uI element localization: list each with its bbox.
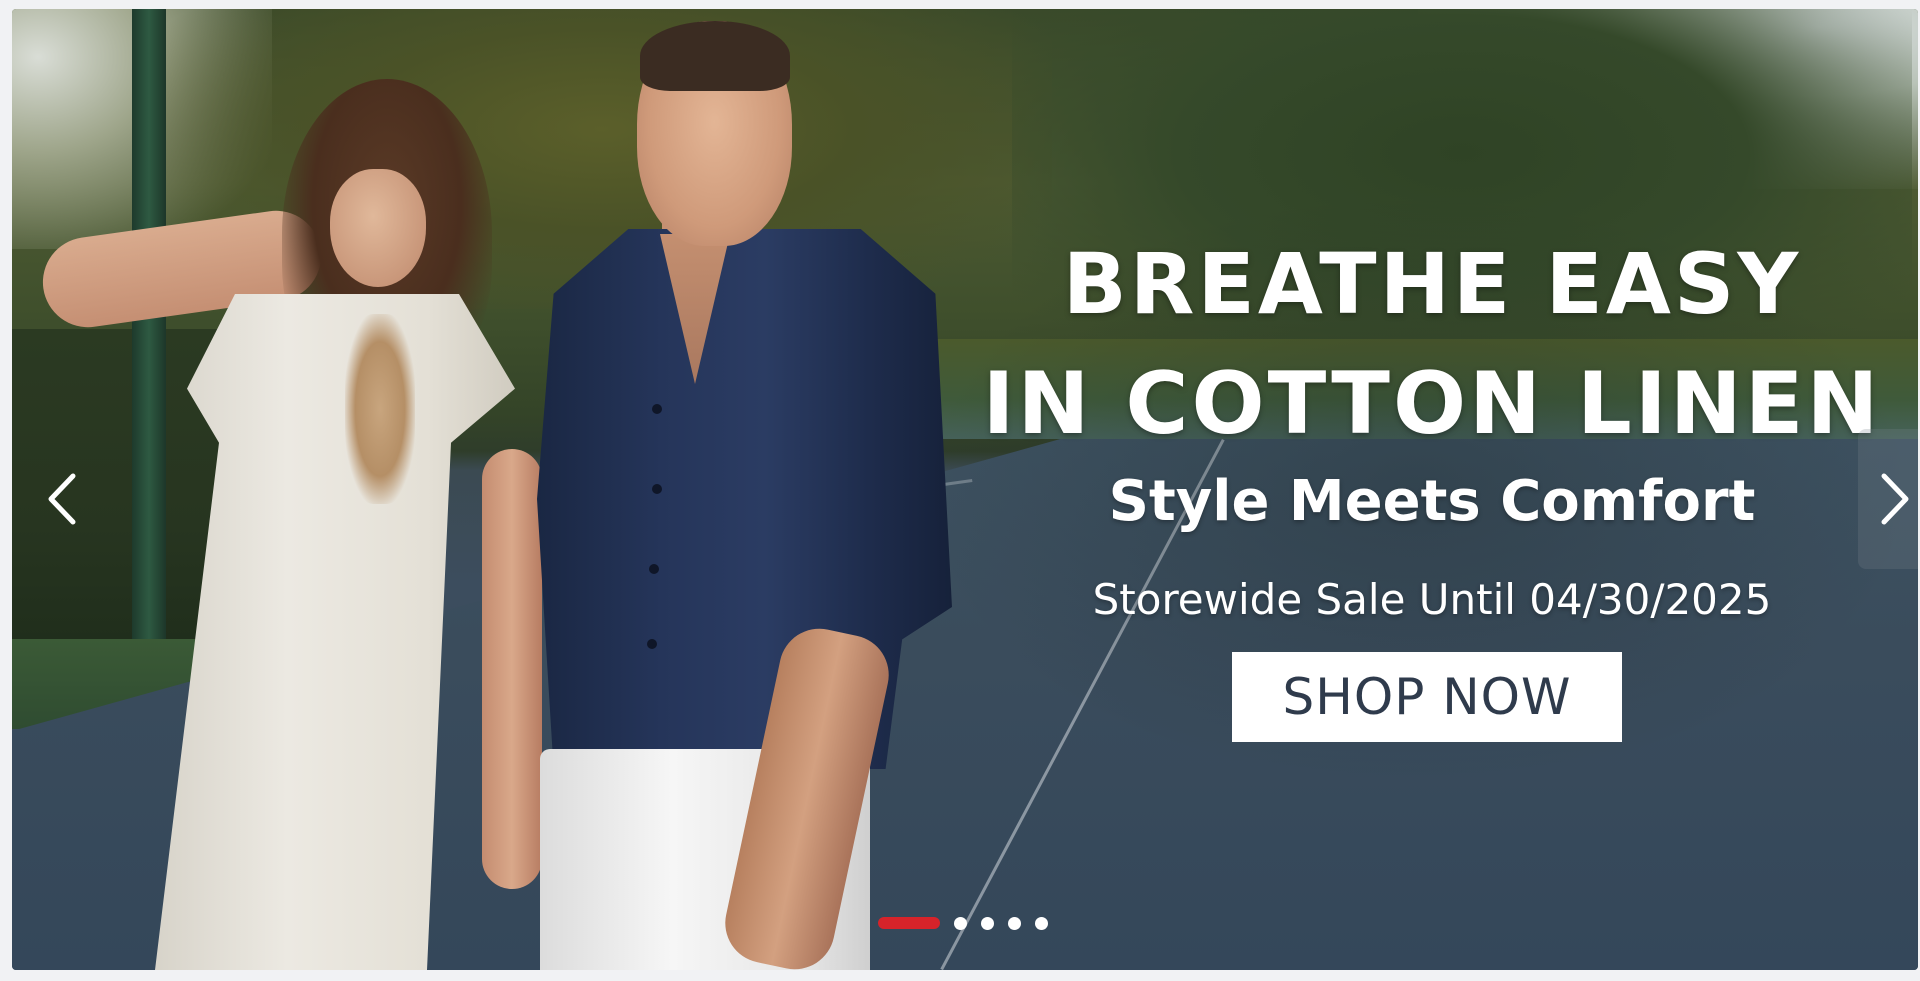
carousel-next-button[interactable] (1858, 429, 1918, 569)
subheadline: Style Meets Comfort (1108, 469, 1756, 534)
pagination-dot-4[interactable] (1008, 916, 1021, 930)
carousel-prev-button[interactable] (27, 429, 97, 569)
sale-text: Storewide Sale Until 04/30/2025 (1092, 575, 1772, 624)
carousel-pagination (878, 915, 1048, 931)
shop-now-button[interactable]: SHOP NOW (1232, 652, 1622, 742)
pagination-dot-1[interactable] (878, 917, 940, 929)
pagination-dot-2[interactable] (954, 916, 967, 930)
chevron-right-icon (1881, 473, 1909, 525)
hero-carousel: BREATHE EASY IN COTTON LINEN Style Meets… (12, 9, 1918, 970)
headline-line-2: IN COTTON LINEN (982, 354, 1882, 454)
pagination-dot-3[interactable] (981, 916, 994, 930)
pagination-dot-5[interactable] (1035, 916, 1048, 930)
headline-line-1: BREATHE EASY (1062, 235, 1802, 333)
chevron-left-icon (48, 473, 76, 525)
